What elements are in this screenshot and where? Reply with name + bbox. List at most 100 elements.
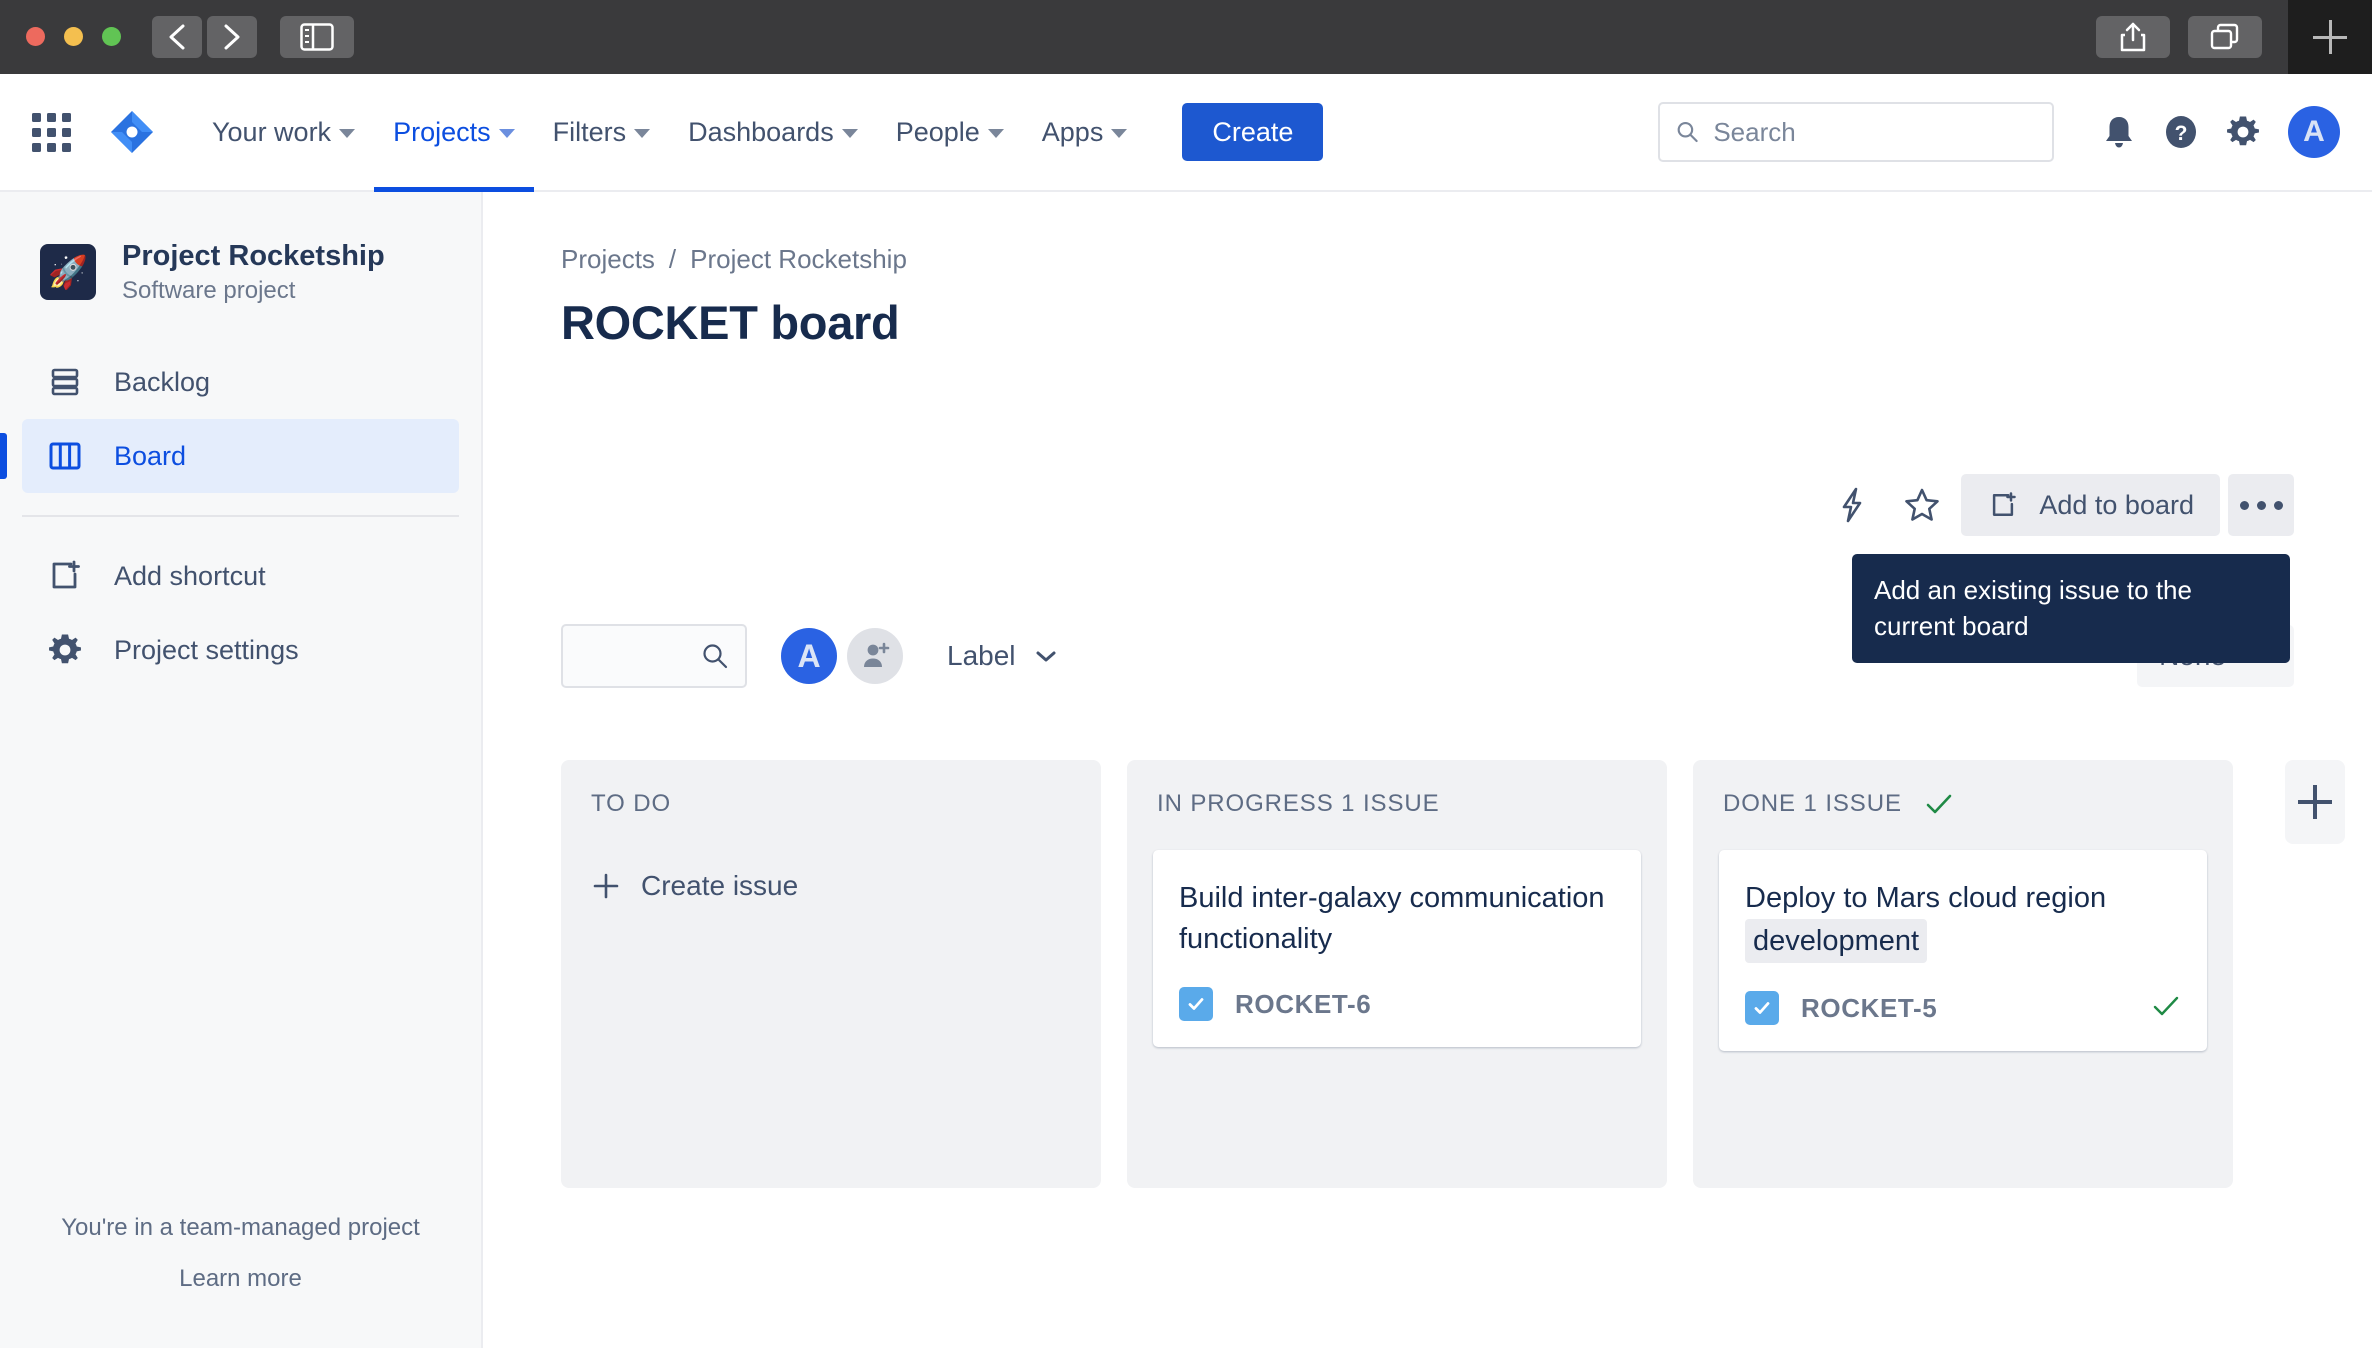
label-filter-dropdown[interactable]: Label — [947, 640, 1058, 672]
nav-item-dashboards[interactable]: Dashboards — [669, 74, 877, 190]
nav-item-your-work[interactable]: Your work — [193, 74, 374, 190]
share-button[interactable] — [2096, 16, 2170, 58]
chevron-down-icon — [498, 129, 515, 138]
jira-top-navigation: Your work Projects Filters Dashboards Pe… — [0, 74, 2372, 192]
back-button[interactable] — [152, 16, 202, 58]
add-people-button[interactable] — [847, 628, 903, 684]
plus-icon — [2298, 785, 2332, 819]
sidebar-item-label: Board — [114, 440, 187, 471]
close-window-button[interactable] — [26, 27, 45, 46]
sidebar-item-project-settings[interactable]: Project settings — [22, 613, 459, 687]
learn-more-link[interactable]: Learn more — [179, 1265, 302, 1292]
more-actions-icon — [2239, 500, 2249, 510]
add-person-icon — [864, 642, 890, 667]
sidebar-item-add-shortcut[interactable]: Add shortcut — [22, 539, 459, 613]
project-sidebar: 🚀 Project Rocketship Software project Ba… — [0, 192, 483, 1348]
sidebar-toggle-button[interactable] — [280, 16, 354, 58]
label-filter-text: Label — [947, 640, 1016, 671]
automation-button[interactable] — [1821, 474, 1883, 536]
column-title: TO DO — [591, 790, 672, 817]
maximize-window-button[interactable] — [102, 27, 121, 46]
nav-item-label: People — [895, 116, 980, 147]
add-shortcut-icon — [44, 558, 86, 594]
add-to-board-label: Add to board — [2039, 489, 2194, 520]
star-outline-icon — [1905, 488, 1940, 521]
avatar-filter-user[interactable]: A — [781, 628, 837, 684]
breadcrumb-project-rocketship[interactable]: Project Rocketship — [690, 244, 907, 275]
help-button[interactable]: ? — [2150, 101, 2212, 163]
chevron-left-icon — [169, 24, 185, 50]
window-traffic-lights — [26, 27, 121, 46]
issue-key[interactable]: ROCKET-5 — [1801, 993, 1937, 1024]
lightning-bolt-icon — [1843, 487, 1862, 523]
breadcrumb-projects[interactable]: Projects — [561, 244, 655, 275]
breadcrumb-separator: / — [668, 244, 677, 274]
rocket-icon: 🚀 — [40, 243, 96, 300]
team-managed-note: You're in a team-managed project — [61, 1214, 420, 1242]
issue-key[interactable]: ROCKET-6 — [1235, 989, 1371, 1020]
sidebar-divider — [22, 515, 459, 518]
sidebar-secondary-list: Add shortcut Project settings — [0, 539, 481, 687]
issue-card-rocket-6[interactable]: Build inter-galaxy communication functio… — [1153, 850, 1641, 1048]
chevron-down-icon — [987, 129, 1004, 138]
project-header[interactable]: 🚀 Project Rocketship Software project — [0, 192, 481, 305]
nav-item-label: Projects — [393, 116, 491, 147]
search-icon — [703, 644, 728, 669]
nav-items: Your work Projects Filters Dashboards Pe… — [193, 74, 1147, 192]
board-columns: TO DO Create issue IN PROGRESS 1 ISSUE B… — [561, 760, 2372, 1200]
sidebar-toggle-icon — [300, 23, 334, 51]
settings-gear-icon — [2227, 116, 2259, 146]
sidebar-item-label: Add shortcut — [114, 560, 266, 591]
create-button[interactable]: Create — [1182, 103, 1324, 161]
tab-overview-button[interactable] — [2188, 16, 2262, 58]
sidebar-item-board[interactable]: Board — [0, 419, 459, 494]
forward-button[interactable] — [207, 16, 257, 58]
new-tab-button[interactable] — [2288, 0, 2372, 74]
page-title: ROCKET board — [561, 296, 900, 349]
board-header-actions: Add to board — [1821, 474, 2294, 536]
create-issue-button[interactable]: Create issue — [587, 870, 1075, 902]
add-to-board-button[interactable]: Add to board — [1961, 474, 2220, 536]
nav-item-label: Apps — [1041, 116, 1104, 147]
board-column-in-progress: IN PROGRESS 1 ISSUE Build inter-galaxy c… — [1127, 760, 1667, 1188]
issue-card-rocket-5[interactable]: Deploy to Mars cloud region development … — [1719, 850, 2207, 1052]
user-avatar[interactable]: A — [2288, 106, 2340, 158]
notifications-button[interactable] — [2088, 101, 2150, 163]
nav-item-label: Filters — [552, 116, 627, 147]
star-button[interactable] — [1891, 474, 1953, 536]
main-content: Projects / Project Rocketship ROCKET boa… — [483, 192, 2372, 1348]
issue-summary-text: Deploy to Mars cloud region — [1745, 882, 2107, 914]
nav-item-label: Your work — [212, 116, 332, 147]
sidebar-item-label: Backlog — [114, 366, 211, 397]
nav-item-label: Dashboards — [688, 116, 834, 147]
app-switcher-grid-icon[interactable] — [32, 112, 71, 152]
board-search[interactable] — [561, 624, 747, 688]
add-to-board-tooltip: Add an existing issue to the current boa… — [1852, 554, 2290, 663]
task-checkbox-icon — [1179, 987, 1213, 1022]
more-actions-button[interactable] — [2228, 474, 2294, 536]
nav-item-projects[interactable]: Projects — [374, 74, 534, 192]
minimize-window-button[interactable] — [64, 27, 83, 46]
add-column-button[interactable] — [2285, 760, 2345, 844]
settings-button[interactable] — [2212, 101, 2274, 163]
issue-summary: Deploy to Mars cloud region development — [1745, 878, 2181, 964]
sidebar-footer: You're in a team-managed project Learn m… — [0, 1203, 481, 1304]
nav-item-people[interactable]: People — [877, 74, 1023, 190]
backlog-stack-icon — [44, 364, 86, 400]
search-input[interactable] — [1713, 116, 2036, 148]
plus-icon — [2313, 20, 2347, 54]
column-header: IN PROGRESS 1 ISSUE — [1153, 790, 1641, 818]
search-icon — [1677, 121, 1698, 143]
issue-summary: Build inter-galaxy communication functio… — [1179, 882, 1605, 955]
sidebar-item-backlog[interactable]: Backlog — [22, 345, 459, 419]
issue-card-footer: ROCKET-5 — [1745, 991, 2181, 1026]
global-search[interactable] — [1658, 102, 2054, 162]
chevron-down-icon — [841, 129, 858, 138]
nav-item-apps[interactable]: Apps — [1023, 74, 1147, 190]
sidebar-nav-list: Backlog Board — [0, 345, 481, 494]
jira-logo-icon[interactable] — [109, 109, 155, 155]
project-header-text: Project Rocketship Software project — [122, 238, 385, 305]
nav-item-filters[interactable]: Filters — [534, 74, 670, 190]
create-issue-label: Create issue — [641, 870, 799, 901]
board-avatars: A — [781, 628, 903, 684]
